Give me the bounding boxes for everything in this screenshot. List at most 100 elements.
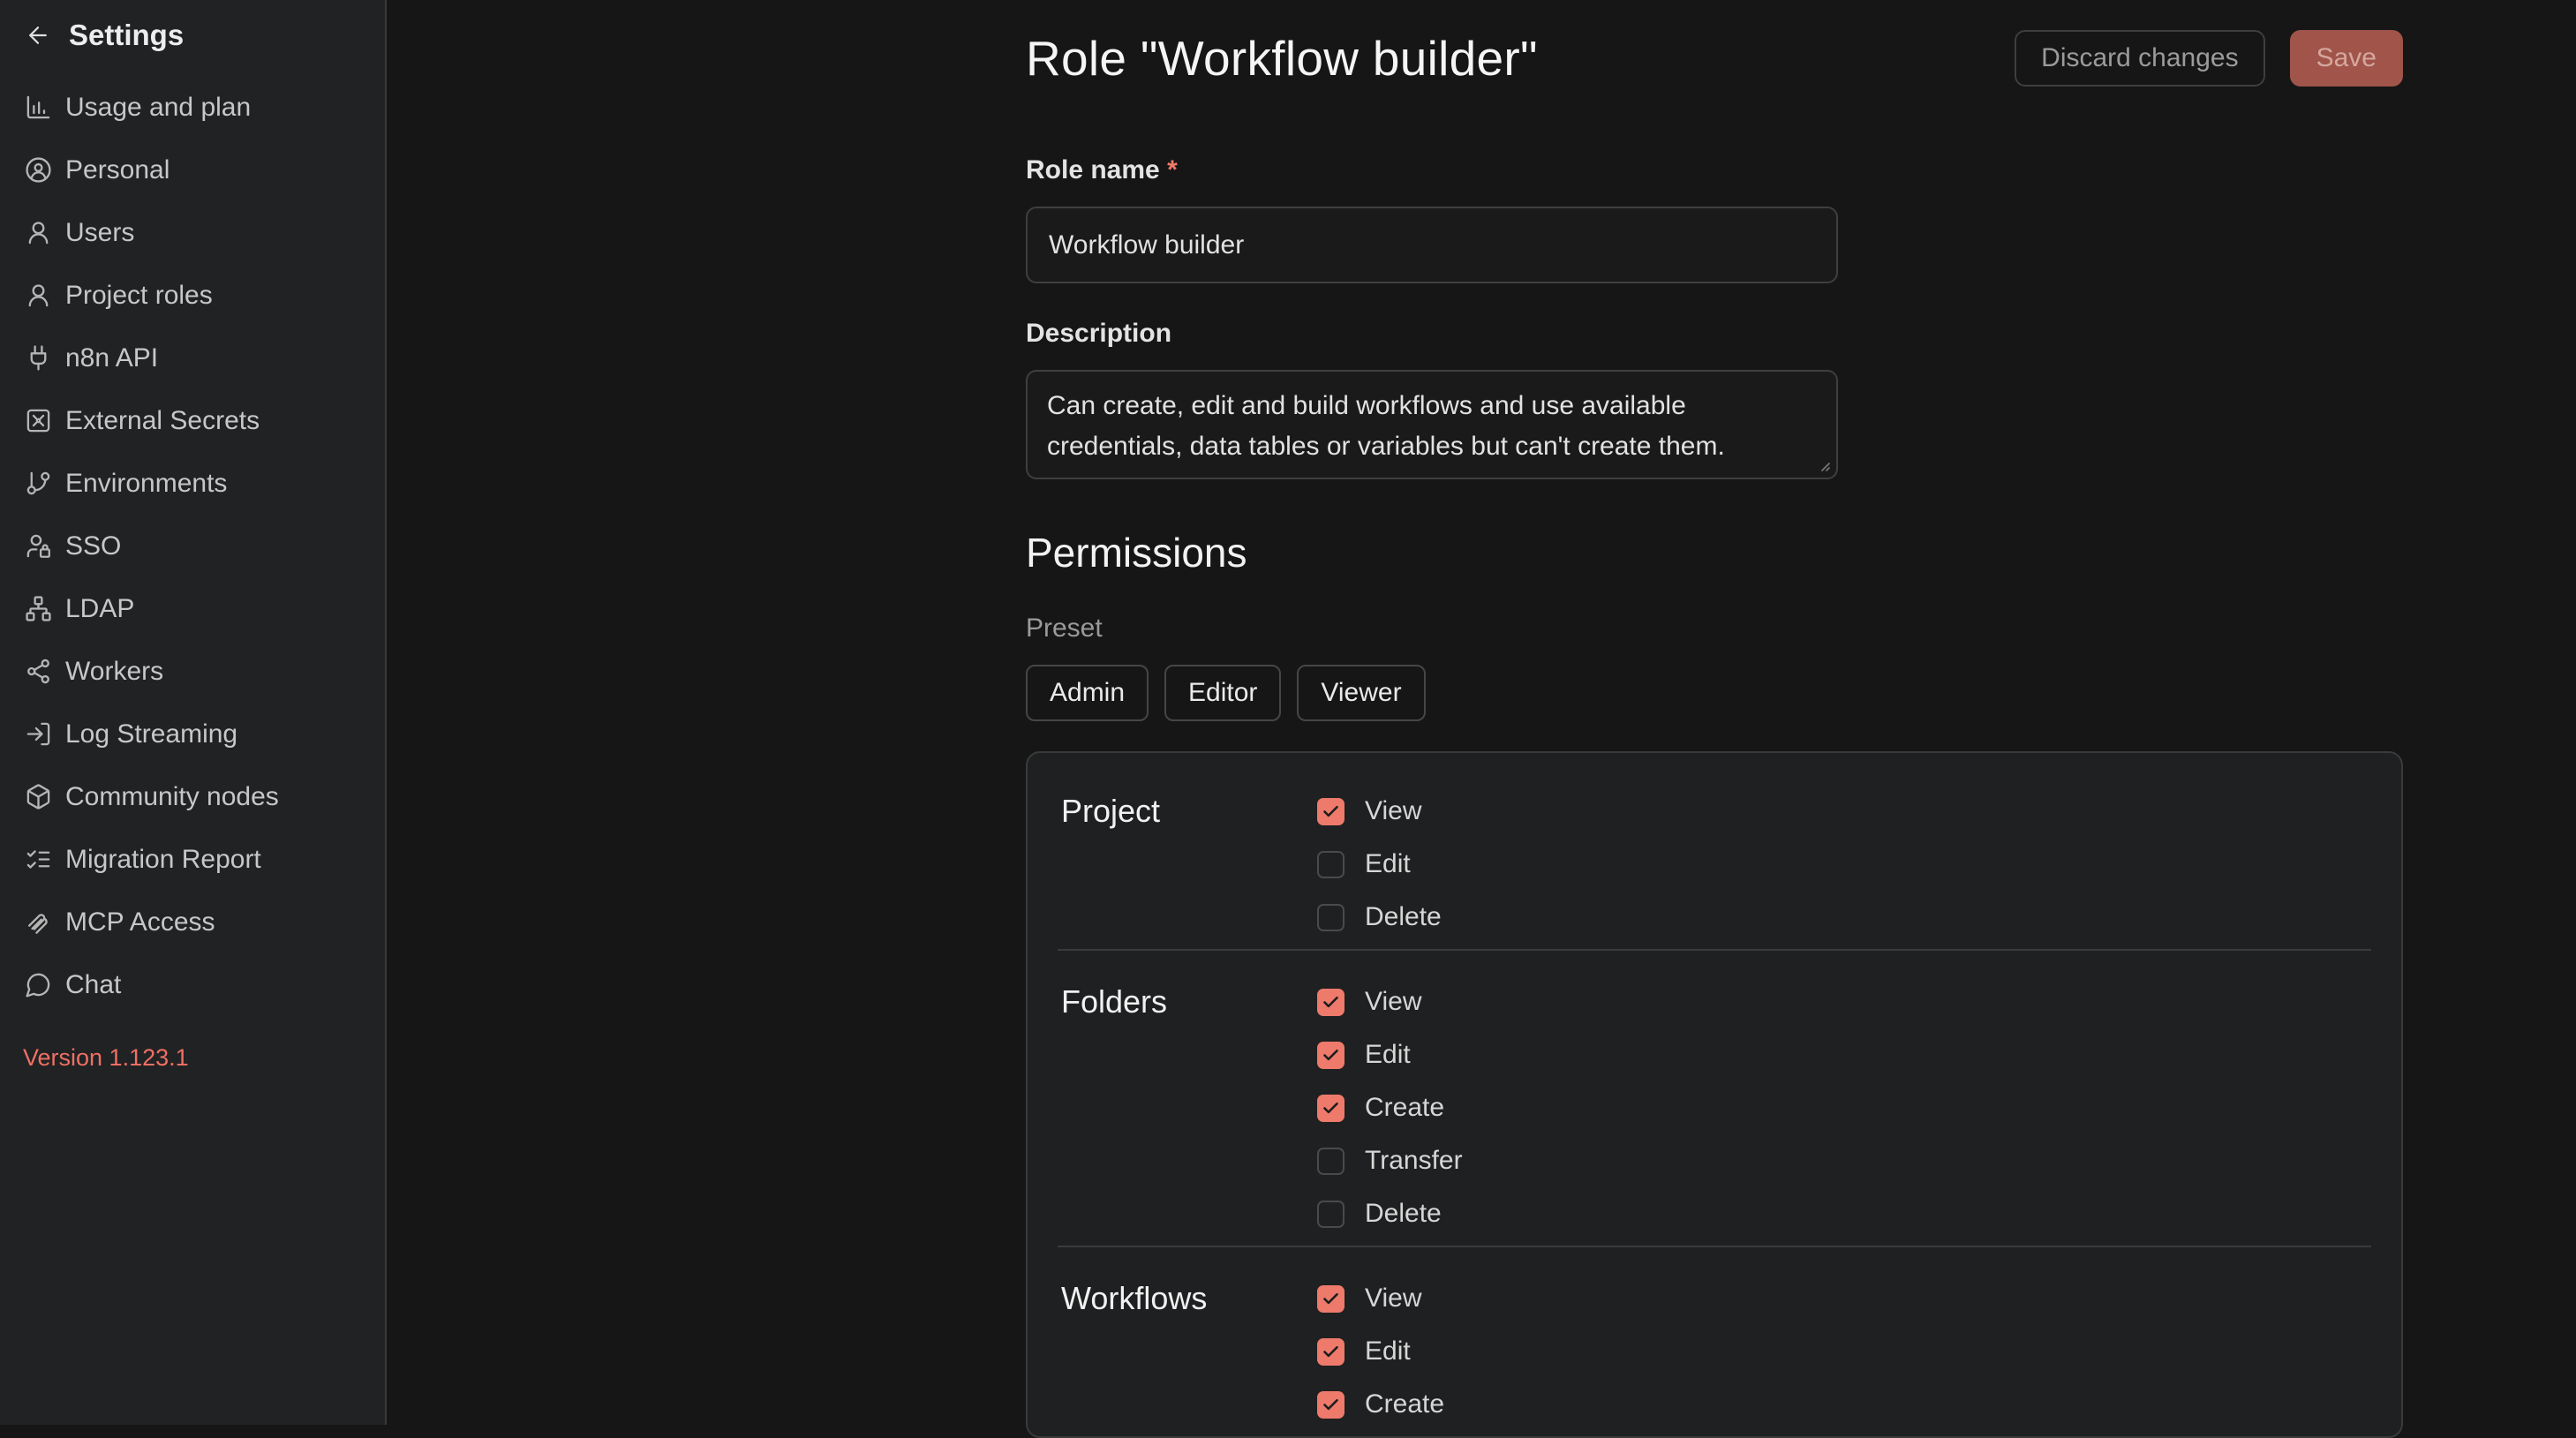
sidebar-item-label: Log Streaming	[65, 719, 237, 749]
sidebar-item-usage-and-plan[interactable]: Usage and plan	[0, 76, 385, 139]
discard-changes-button[interactable]: Discard changes	[2015, 30, 2264, 87]
sidebar-item-label: n8n API	[65, 343, 158, 373]
sidebar-item-log-streaming[interactable]: Log Streaming	[0, 703, 385, 765]
sidebar-item-label: Workers	[65, 657, 163, 687]
sidebar-item-migration-report[interactable]: Migration Report	[0, 828, 385, 891]
sidebar-item-label: Environments	[65, 469, 227, 499]
sidebar-item-environments[interactable]: Environments	[0, 452, 385, 515]
user-lock-icon	[25, 532, 52, 560]
checkbox-checked[interactable]	[1317, 1338, 1344, 1366]
permission-row-workflows-view[interactable]: View	[1317, 1272, 1421, 1325]
sidebar-item-community-nodes[interactable]: Community nodes	[0, 765, 385, 828]
user-icon	[25, 282, 52, 309]
sidebar-item-external-secrets[interactable]: External Secrets	[0, 389, 385, 452]
permission-row-folders-create[interactable]: Create	[1317, 1081, 1444, 1134]
sidebar-item-personal[interactable]: Personal	[0, 139, 385, 201]
permission-label: Create	[1365, 1093, 1444, 1123]
sidebar-item-n8n-api[interactable]: n8n API	[0, 327, 385, 389]
main-content: Role "Workflow builder" Discard changes …	[387, 0, 2576, 1425]
sidebar-item-users[interactable]: Users	[0, 201, 385, 264]
permission-row-folders-delete[interactable]: Delete	[1317, 1187, 1442, 1240]
settings-sidebar: Settings Usage and plan Personal Users Proj…	[0, 0, 387, 1425]
permission-group-project: Project View Edit Delete	[1028, 753, 2401, 949]
sidebar-item-label: SSO	[65, 531, 121, 561]
permission-row-project-delete[interactable]: Delete	[1317, 891, 1442, 944]
checkbox-checked[interactable]	[1317, 798, 1344, 825]
chart-column-icon	[25, 94, 52, 121]
user-icon	[25, 219, 52, 246]
version-label[interactable]: Version 1.123.1	[0, 1044, 189, 1072]
role-name-input[interactable]	[1026, 207, 1838, 283]
permission-label: Delete	[1365, 902, 1442, 932]
vault-icon	[25, 407, 52, 434]
checkbox-unchecked[interactable]	[1317, 851, 1344, 878]
permission-rows: View Edit Create	[1317, 1272, 2369, 1431]
chat-icon	[25, 971, 52, 998]
sidebar-item-chat[interactable]: Chat	[0, 953, 385, 1016]
checkbox-checked[interactable]	[1317, 1391, 1344, 1419]
permission-rows: View Edit Create TransferDelete	[1317, 975, 2369, 1240]
permission-rows: View Edit Delete	[1317, 785, 2369, 944]
permission-group-label: Folders	[1061, 975, 1317, 1240]
permission-label: Edit	[1365, 1040, 1411, 1070]
save-button[interactable]: Save	[2290, 30, 2403, 87]
sidebar-menu: Usage and plan Personal Users Project roles…	[0, 76, 385, 1016]
checkbox-checked[interactable]	[1317, 1095, 1344, 1122]
checkbox-unchecked[interactable]	[1317, 1201, 1344, 1228]
role-name-label-text: Role name	[1026, 155, 1160, 184]
permission-row-workflows-create[interactable]: Create	[1317, 1378, 1444, 1431]
sidebar-item-project-roles[interactable]: Project roles	[0, 264, 385, 327]
permissions-panel: ProjectViewEditDeleteFoldersViewEditCrea…	[1026, 751, 2403, 1438]
sidebar-item-label: Usage and plan	[65, 93, 251, 123]
box-icon	[25, 783, 52, 810]
settings-back-header[interactable]: Settings	[0, 14, 385, 56]
permission-row-folders-edit[interactable]: Edit	[1317, 1028, 1411, 1081]
sidebar-item-label: MCP Access	[65, 907, 215, 937]
checkbox-unchecked[interactable]	[1317, 1148, 1344, 1175]
permission-row-folders-transfer[interactable]: Transfer	[1317, 1134, 1463, 1187]
permission-label: View	[1365, 796, 1421, 826]
plug-icon	[25, 344, 52, 372]
required-asterisk: *	[1167, 155, 1178, 184]
sidebar-item-label: Community nodes	[65, 782, 279, 812]
checkbox-checked[interactable]	[1317, 989, 1344, 1016]
preset-buttons: Admin Editor Viewer	[1026, 665, 2403, 721]
permission-row-folders-view[interactable]: View	[1317, 975, 1421, 1028]
permission-label: Edit	[1365, 849, 1411, 879]
sidebar-item-ldap[interactable]: LDAP	[0, 577, 385, 640]
permission-row-project-edit[interactable]: Edit	[1317, 838, 1411, 891]
sidebar-item-label: Chat	[65, 970, 121, 1000]
sidebar-item-sso[interactable]: SSO	[0, 515, 385, 577]
permission-group-folders: FoldersView Edit Create TransferDelete	[1028, 951, 2401, 1246]
resize-handle-icon[interactable]	[1814, 455, 1832, 473]
sidebar-item-mcp-access[interactable]: MCP Access	[0, 891, 385, 953]
sidebar-item-label: LDAP	[65, 594, 134, 624]
checkbox-checked[interactable]	[1317, 1285, 1344, 1313]
sidebar-item-label: Project roles	[65, 281, 213, 311]
sidebar-item-label: Users	[65, 218, 134, 248]
header-actions: Discard changes Save	[2015, 30, 2403, 87]
network-icon	[25, 595, 52, 622]
permission-group-label: Workflows	[1061, 1272, 1317, 1431]
description-label: Description	[1026, 319, 2403, 350]
sidebar-title: Settings	[69, 19, 184, 52]
share-nodes-icon	[25, 658, 52, 685]
permission-group-label: Project	[1061, 785, 1317, 944]
permission-group-workflows: Workflows View Edit Create	[1028, 1247, 2401, 1436]
preset-editor-button[interactable]: Editor	[1164, 665, 1281, 721]
preset-admin-button[interactable]: Admin	[1026, 665, 1149, 721]
preset-viewer-button[interactable]: Viewer	[1297, 665, 1425, 721]
permission-row-project-view[interactable]: View	[1317, 785, 1421, 838]
permission-label: Edit	[1365, 1336, 1411, 1366]
sidebar-item-workers[interactable]: Workers	[0, 640, 385, 703]
permission-row-workflows-edit[interactable]: Edit	[1317, 1325, 1411, 1378]
permission-label: Create	[1365, 1389, 1444, 1419]
checkbox-checked[interactable]	[1317, 1042, 1344, 1069]
checkbox-unchecked[interactable]	[1317, 904, 1344, 931]
role-name-label: Role name *	[1026, 155, 2403, 187]
role-form: Role name * Description Can create, edit…	[1026, 155, 2403, 479]
sidebar-item-label: External Secrets	[65, 406, 260, 436]
description-textarea[interactable]: Can create, edit and build workflows and…	[1026, 370, 1838, 479]
page-header: Role "Workflow builder" Discard changes …	[1026, 30, 2403, 87]
permission-label: View	[1365, 1284, 1421, 1314]
